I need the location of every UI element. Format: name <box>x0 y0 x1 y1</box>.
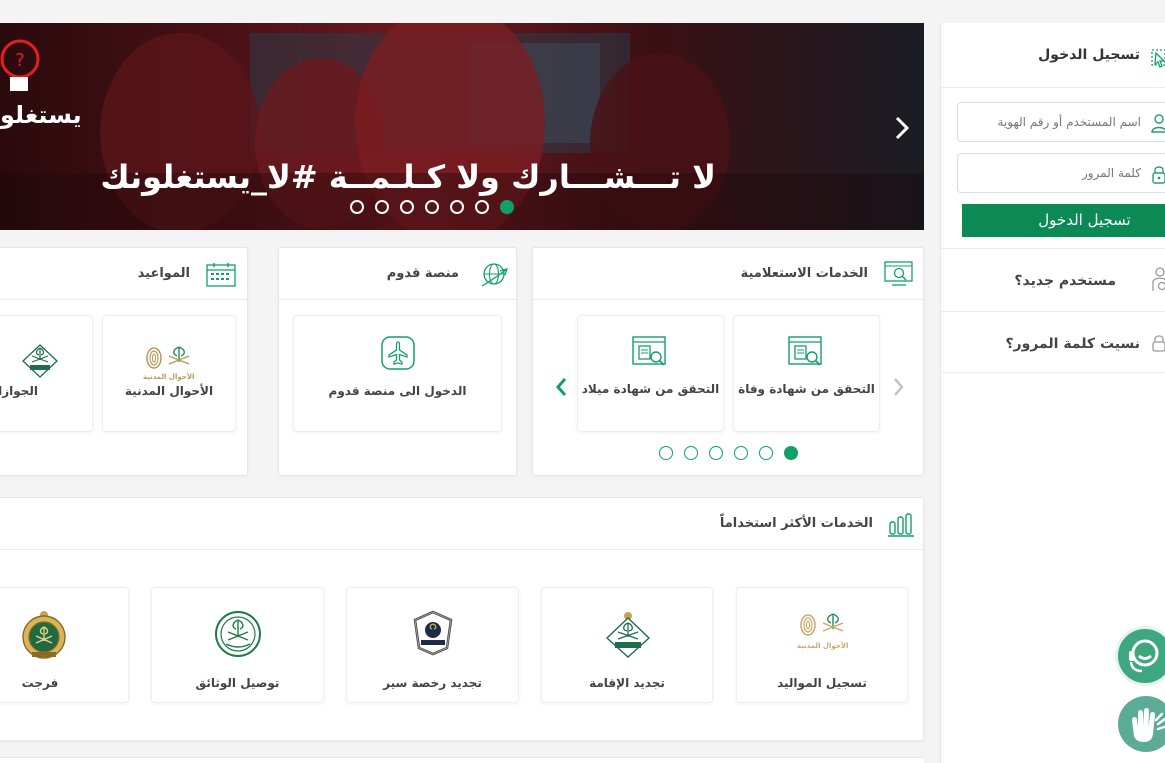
service-tile-label: تجديد الإقامة <box>589 676 665 690</box>
pointer-click-icon <box>1151 47 1165 73</box>
service-tile-documents-delivery[interactable]: توصيل الوثائق <box>151 587 324 703</box>
civil-affairs-logo-caption: الأحوال المدنية <box>797 642 849 650</box>
support-button[interactable] <box>1115 626 1165 686</box>
most-used-header: الخدمات الأكثر استخداماً <box>0 498 923 550</box>
sign-language-button[interactable] <box>1118 696 1165 752</box>
bottom-strip <box>0 757 924 763</box>
document-search-icon <box>788 336 824 372</box>
carousel-next-arrow[interactable] <box>555 376 569 402</box>
service-tile-label: تسجيل المواليد <box>777 676 867 690</box>
service-tile-vehicle-registration-renewal[interactable]: تجديد رخصة سير <box>346 587 519 703</box>
carousel-prev-arrow[interactable] <box>891 376 905 402</box>
qudoom-card: منصة قدوم الدخول الى منصة قدوم <box>278 247 517 476</box>
lock-icon <box>1151 164 1165 187</box>
inquiry-page-dot[interactable] <box>709 446 723 460</box>
inquiry-tile-label: التحقق من شهادة ميلاد <box>581 382 720 396</box>
airplane-icon <box>381 336 415 374</box>
inquiry-page-dot[interactable] <box>659 446 673 460</box>
password-placeholder: كلمة المرور <box>1081 166 1141 180</box>
service-tile-label: توصيل الوثائق <box>195 676 280 690</box>
inquiry-pagination <box>659 446 799 462</box>
service-tile-iqama-renewal[interactable]: تجديد الإقامة <box>541 587 713 703</box>
banner-slogan: لا تـــشـــارك ولا كـلـمــة #لا_يستغلونك <box>100 158 716 196</box>
service-tile-birth-registration[interactable]: الأحوال المدنية تسجيل المواليد <box>736 587 908 703</box>
forgot-password-link[interactable]: نسيت كلمة المرور؟ <box>941 311 1165 373</box>
banner-dot[interactable] <box>450 200 464 214</box>
passports-logo <box>604 610 652 662</box>
username-field[interactable]: اسم المستخدم أو رقم الهوية <box>957 102 1165 142</box>
campaign-logo-text: يستغلو <box>0 101 82 129</box>
ministry-interior-logo <box>214 610 262 662</box>
inquiry-services-header: الخدمات الاستعلامية <box>533 248 923 300</box>
sign-language-icon <box>1132 708 1165 742</box>
campaign-logo: ? يستغلو <box>0 33 82 133</box>
prisons-logo <box>19 610 69 664</box>
hero-banner: ? يستغلو لا تـــشـــارك ولا كـلـمــة #لا… <box>0 23 924 230</box>
banner-pagination <box>350 200 520 216</box>
banner-dot[interactable] <box>400 200 414 214</box>
qudoom-title: منصة قدوم <box>386 266 459 281</box>
inquiry-services-card: الخدمات الاستعلامية التحقق من شهادة وفاة… <box>532 247 924 476</box>
svg-text:?: ? <box>15 50 25 71</box>
banner-dot[interactable] <box>475 200 489 214</box>
appointments-tile-label: الجوازات <box>0 384 38 398</box>
inquiry-services-title: الخدمات الاستعلامية <box>740 266 868 281</box>
search-screen-icon <box>884 261 914 291</box>
globe-plane-icon <box>480 261 509 293</box>
headset-support-icon <box>1129 639 1159 673</box>
appointments-tile-passports[interactable]: الجوازات <box>0 315 93 432</box>
civil-affairs-logo-caption: الأحوال المدنية <box>143 373 195 381</box>
passports-logo <box>22 344 58 382</box>
forgot-password-label: نسيت كلمة المرور؟ <box>1005 336 1140 352</box>
most-used-title: الخدمات الأكثر استخداماً <box>719 516 873 531</box>
inquiry-tile-death-certificate[interactable]: التحقق من شهادة وفاة <box>733 315 880 432</box>
user-icon <box>1151 113 1165 136</box>
login-submit-label: تسجيل الدخول <box>1038 211 1131 229</box>
appointments-card: المواعيد الأحوال المدنية الأحوال المدنية… <box>0 247 248 476</box>
appointments-title: المواعيد <box>137 266 190 281</box>
inquiry-page-dot-active[interactable] <box>784 446 798 460</box>
banner-dot-active[interactable] <box>500 200 514 214</box>
service-tile-label: فرجت <box>21 676 59 690</box>
banner-next-arrow[interactable] <box>892 115 912 145</box>
banner-dot[interactable] <box>375 200 389 214</box>
inquiry-page-dot[interactable] <box>759 446 773 460</box>
calendar-icon <box>206 262 236 292</box>
qudoom-tile-login[interactable]: الدخول الى منصة قدوم <box>293 315 502 432</box>
add-user-icon <box>1152 267 1165 297</box>
service-tile-farajat[interactable]: فرجت <box>0 587 129 703</box>
inquiry-page-dot[interactable] <box>734 446 748 460</box>
login-header: تسجيل الدخول <box>941 23 1165 88</box>
service-tile-label: تجديد رخصة سير <box>383 676 482 690</box>
traffic-police-logo <box>409 610 457 660</box>
inquiry-tile-birth-certificate[interactable]: التحقق من شهادة ميلاد <box>577 315 724 432</box>
appointments-tile-civil-affairs[interactable]: الأحوال المدنية الأحوال المدنية <box>102 315 236 432</box>
most-used-services-card: الخدمات الأكثر استخداماً الأحوال المدنية… <box>0 497 924 741</box>
new-user-label: مستخدم جديد؟ <box>1014 273 1116 289</box>
banner-dot[interactable] <box>350 200 364 214</box>
qudoom-tile-label: الدخول الى منصة قدوم <box>328 384 467 398</box>
username-placeholder: اسم المستخدم أو رقم الهوية <box>997 115 1141 129</box>
qudoom-header: منصة قدوم <box>279 248 516 300</box>
lock-icon <box>1152 334 1165 356</box>
login-title: تسجيل الدخول <box>1038 47 1140 63</box>
appointments-header: المواعيد <box>0 248 247 300</box>
inquiry-page-dot[interactable] <box>684 446 698 460</box>
hacker-mask-icon: ? <box>0 39 40 91</box>
new-user-link[interactable]: مستخدم جديد؟ <box>941 248 1165 310</box>
banner-background-art <box>0 23 924 230</box>
banner-dot[interactable] <box>425 200 439 214</box>
password-field[interactable]: كلمة المرور <box>957 153 1165 193</box>
appointments-tile-label: الأحوال المدنية <box>124 384 214 398</box>
civil-affairs-logo <box>141 344 199 388</box>
document-search-icon <box>632 336 668 372</box>
bar-chart-icon <box>888 513 914 541</box>
login-submit-button[interactable]: تسجيل الدخول <box>962 204 1165 237</box>
inquiry-tile-label: التحقق من شهادة وفاة <box>738 382 875 396</box>
